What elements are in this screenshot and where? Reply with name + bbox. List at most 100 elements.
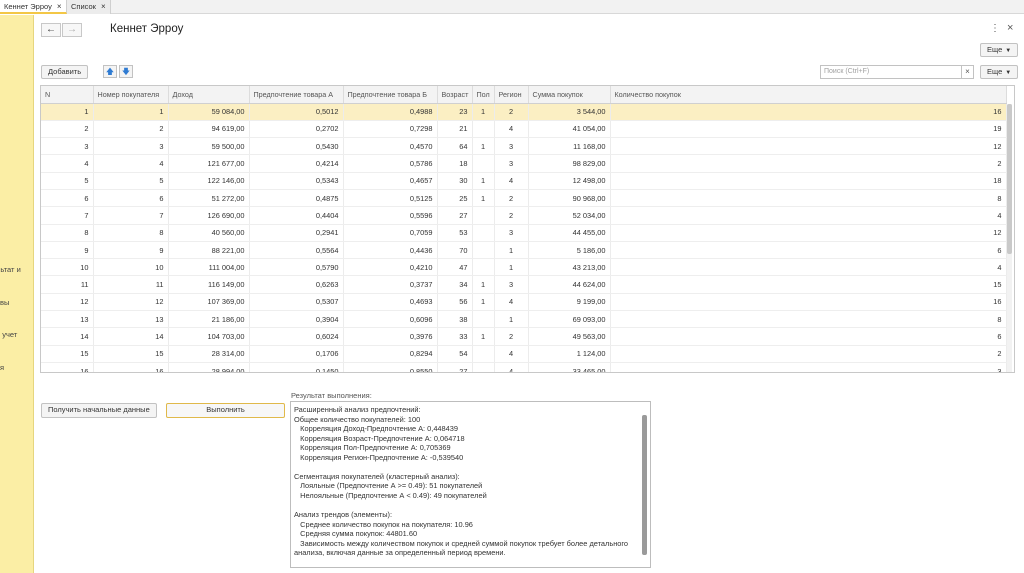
- more-label: Еще: [987, 45, 1003, 54]
- result-textarea[interactable]: Расширенный анализ предпочтений: Общее ко…: [290, 401, 651, 568]
- page-title: Кеннет Эрроу: [110, 23, 184, 35]
- table-row[interactable]: 7 7 126 690,00 0,4404 0,5596 27 2 52 034,00 4: [41, 206, 1007, 225]
- table-cell: 12: [93, 293, 169, 312]
- table-cell: 59 500,00: [168, 137, 250, 156]
- table-cell: 0,5786: [343, 154, 438, 173]
- column-header[interactable]: Регион: [494, 86, 529, 104]
- table-cell: 6: [610, 241, 1007, 260]
- column-header[interactable]: N: [41, 86, 94, 104]
- table-cell: 23: [437, 103, 473, 121]
- tab-label: Список: [71, 2, 96, 11]
- sidebar-item[interactable]: вы: [0, 298, 9, 307]
- tab-kenneth-arrow[interactable]: Кеннет Эрроу ×: [0, 0, 67, 14]
- get-initial-data-button[interactable]: Получить начальные данные: [41, 403, 157, 418]
- table-row[interactable]: 16 16 28 994,00 0,1450 0,8550 27 4 33 465,00 3: [41, 362, 1007, 372]
- table-row[interactable]: 15 15 28 314,00 0,1706 0,8294 54 4 1 124,00 2: [41, 345, 1007, 363]
- result-scrollbar[interactable]: [642, 415, 647, 555]
- table-cell: 122 146,00: [168, 172, 250, 190]
- table-cell: 0,4570: [343, 137, 438, 156]
- sidebar-item[interactable]: й учет: [0, 330, 17, 339]
- column-header[interactable]: Пол: [472, 86, 495, 104]
- add-button[interactable]: Добавить: [41, 65, 89, 79]
- data-table[interactable]: N Номер покупателя Доход Предпочтение то…: [40, 85, 1015, 373]
- table-row[interactable]: 9 9 88 221,00 0,5564 0,4436 70 1 5 186,00 6: [41, 241, 1007, 260]
- table-cell: 6: [93, 189, 169, 208]
- result-line: Лояльные (Предпочтение А >= 0.49): 51 по…: [294, 481, 483, 491]
- table-row[interactable]: 3 3 59 500,00 0,5430 0,4570 64 1 3 11 168,00 12: [41, 137, 1007, 156]
- table-row[interactable]: 4 4 121 677,00 0,4214 0,5786 18 3 98 829,00 2: [41, 154, 1007, 173]
- result-line: [294, 462, 638, 472]
- table-cell: 2: [494, 206, 529, 225]
- table-row[interactable]: 5 5 122 146,00 0,5343 0,4657 30 1 4 12 498,00 18: [41, 172, 1007, 190]
- close-icon[interactable]: ×: [101, 2, 106, 11]
- table-cell: 11: [93, 275, 169, 294]
- table-cell: 2: [610, 154, 1007, 173]
- table-cell: 0,3737: [343, 275, 438, 294]
- move-down-icon[interactable]: 🡇: [119, 65, 133, 78]
- close-icon[interactable]: ×: [1007, 22, 1013, 34]
- table-cell: 54: [437, 345, 473, 363]
- table-cell: 52 034,00: [528, 206, 611, 225]
- table-cell: 3 544,00: [528, 103, 611, 121]
- close-icon[interactable]: ×: [57, 2, 62, 11]
- sidebar-item[interactable]: льтат и: [0, 265, 21, 274]
- table-row[interactable]: 2 2 94 619,00 0,2702 0,7298 21 4 41 054,00 19: [41, 120, 1007, 139]
- table-cell: 5: [41, 172, 94, 190]
- table-cell: [472, 310, 495, 329]
- table-cell: 70: [437, 241, 473, 260]
- vertical-scrollbar[interactable]: [1007, 104, 1012, 372]
- column-header[interactable]: Доход: [168, 86, 250, 104]
- more-button[interactable]: Еще ▼: [980, 65, 1019, 79]
- table-cell: 43 213,00: [528, 258, 611, 277]
- table-cell: 0,5307: [249, 293, 344, 312]
- table-cell: 6: [610, 327, 1007, 346]
- more-label: Еще: [987, 67, 1003, 76]
- table-row[interactable]: 8 8 40 560,00 0,2941 0,7059 53 3 44 455,00 12: [41, 224, 1007, 242]
- table-cell: 25: [437, 189, 473, 208]
- table-cell: [472, 206, 495, 225]
- table-cell: 121 677,00: [168, 154, 250, 173]
- table-cell: 104 703,00: [168, 327, 250, 346]
- table-row[interactable]: 11 11 116 149,00 0,6263 0,3737 34 1 3 44 624,00 1…: [41, 275, 1007, 294]
- column-header[interactable]: Количество покупок: [610, 86, 1007, 104]
- table-cell: 0,5343: [249, 172, 344, 190]
- table-row[interactable]: 14 14 104 703,00 0,6024 0,3976 33 1 2 49 563,00 6: [41, 327, 1007, 346]
- table-cell: 40 560,00: [168, 224, 250, 242]
- more-button-top[interactable]: Еще ▼: [980, 43, 1019, 57]
- move-up-icon[interactable]: 🡅: [103, 65, 117, 78]
- table-row[interactable]: 12 12 107 369,00 0,5307 0,4693 56 1 4 9 199,00 16: [41, 293, 1007, 312]
- table-cell: 0,7298: [343, 120, 438, 139]
- table-cell: 0,8550: [343, 362, 438, 372]
- forward-arrow-icon[interactable]: →: [62, 23, 82, 37]
- table-cell: 0,4214: [249, 154, 344, 173]
- table-cell: 8: [610, 310, 1007, 329]
- scrollbar-thumb[interactable]: [1007, 104, 1012, 254]
- tab-list[interactable]: Список ×: [67, 0, 111, 14]
- search-input[interactable]: Поиск (Ctrl+F): [820, 65, 962, 79]
- run-button[interactable]: Выполнить: [166, 403, 285, 418]
- table-cell: 19: [610, 120, 1007, 139]
- column-header[interactable]: Сумма покупок: [528, 86, 611, 104]
- column-header[interactable]: Предпочтение товара А: [249, 86, 344, 104]
- column-header[interactable]: Номер покупателя: [93, 86, 169, 104]
- sidebar-item[interactable]: я: [0, 363, 4, 372]
- table-cell: 0,5596: [343, 206, 438, 225]
- table-row[interactable]: 10 10 111 004,00 0,5790 0,4210 47 1 43 213,00 4: [41, 258, 1007, 277]
- table-cell: 69 093,00: [528, 310, 611, 329]
- table-row[interactable]: 13 13 21 186,00 0,3904 0,6096 38 1 69 093,00 8: [41, 310, 1007, 329]
- result-line: Корреляция Доход-Предпочтение А: 0,44843…: [294, 424, 458, 434]
- back-arrow-icon[interactable]: ←: [41, 23, 61, 37]
- more-actions-icon[interactable]: ⋮: [990, 23, 1000, 34]
- result-line: Среднее количество покупок на покупателя…: [294, 519, 473, 529]
- table-cell: [472, 241, 495, 260]
- clear-icon[interactable]: ×: [961, 65, 974, 79]
- result-line: [294, 500, 638, 510]
- table-row[interactable]: 6 6 51 272,00 0,4875 0,5125 25 1 2 90 968,00 8: [41, 189, 1007, 208]
- tab-label: Кеннет Эрроу: [4, 2, 52, 11]
- column-header[interactable]: Предпочтение товара Б: [343, 86, 438, 104]
- table-cell: 1: [472, 189, 495, 208]
- table-cell: [472, 258, 495, 277]
- table-cell: 16: [93, 362, 169, 372]
- column-header[interactable]: Возраст: [437, 86, 473, 104]
- table-row[interactable]: 1 1 59 084,00 0,5012 0,4988 23 1 2 3 544,00 16: [41, 103, 1007, 121]
